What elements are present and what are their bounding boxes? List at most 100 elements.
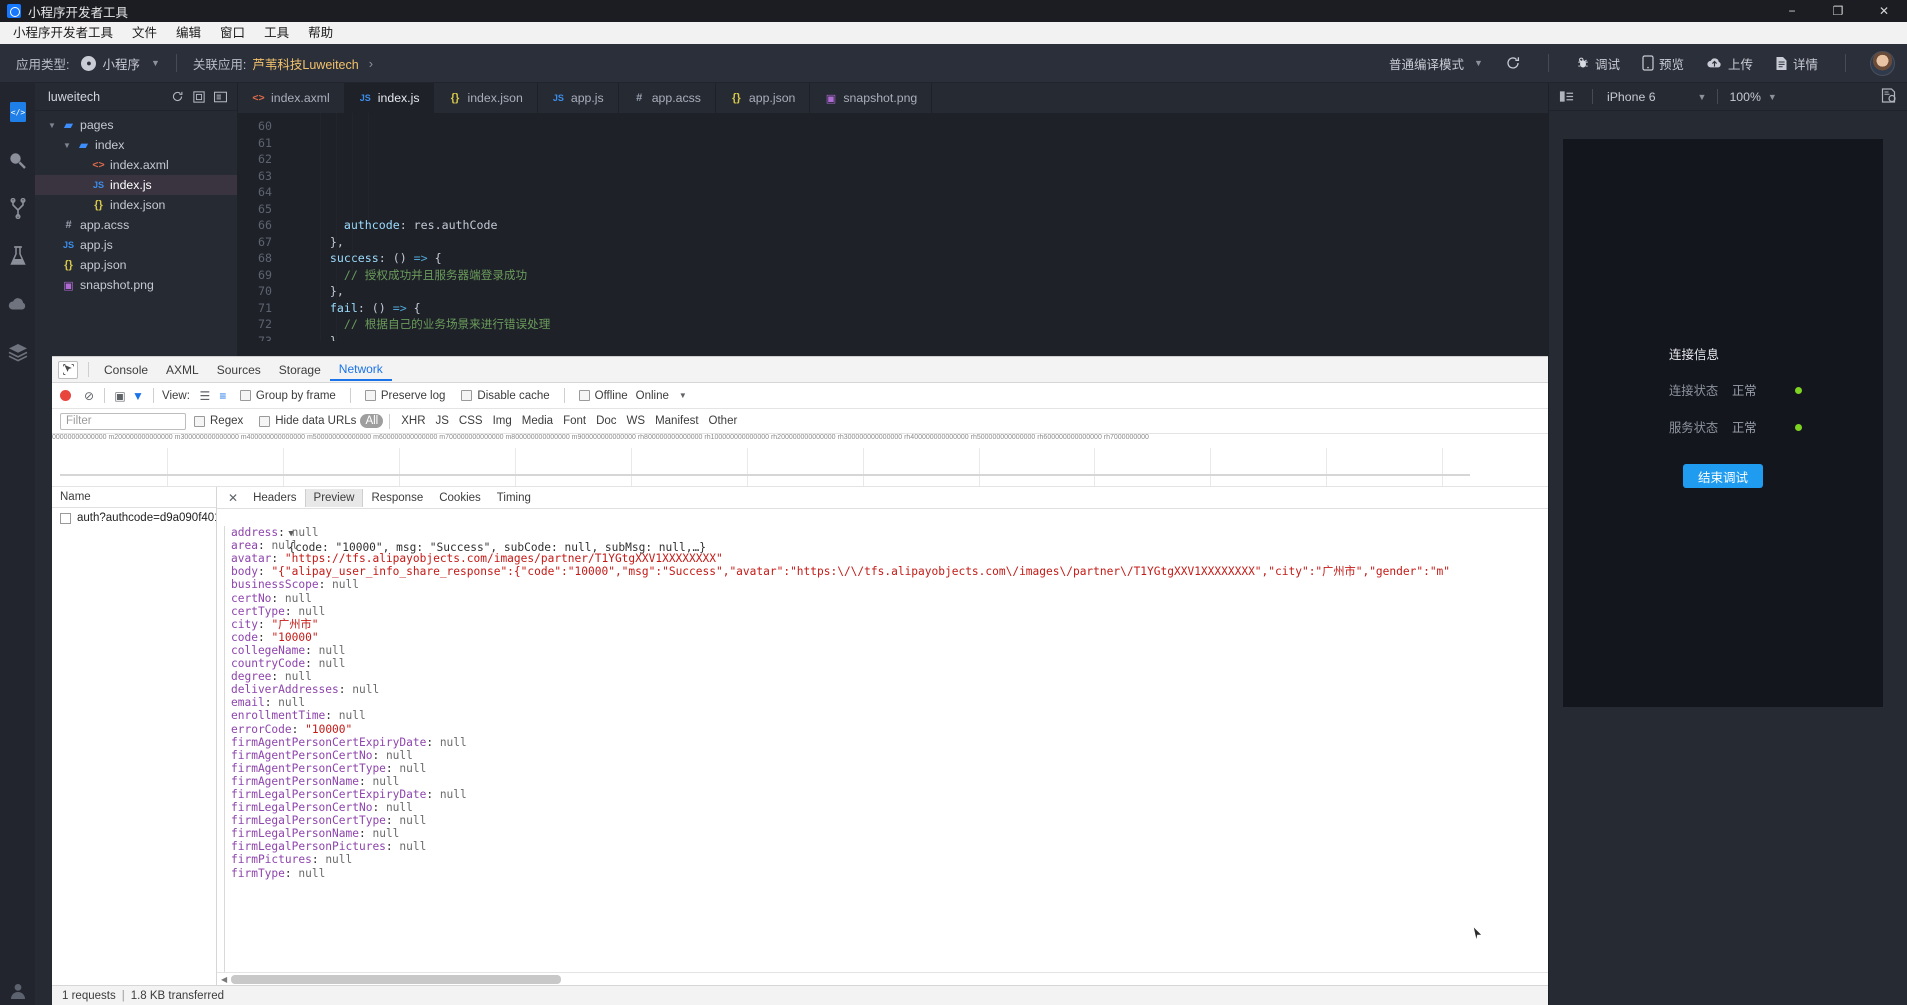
menu-item-window[interactable]: 窗口	[211, 23, 254, 43]
funnel-icon[interactable]: ▼	[129, 389, 147, 403]
editor-tab-app-json[interactable]: {} app.json	[716, 83, 811, 113]
regex-checkbox[interactable]: Regex	[194, 415, 243, 427]
sidebar-item-cloud[interactable]	[7, 293, 29, 315]
filter-input[interactable]	[60, 412, 186, 430]
sidebar-item-search[interactable]	[7, 149, 29, 171]
preview-button[interactable]: 预览	[1631, 44, 1695, 83]
chevron-down-icon[interactable]: ▼	[47, 121, 57, 130]
table-row[interactable]: auth?authcode=d9a090f4014c…	[52, 508, 216, 528]
sidebar-item-extensions[interactable]	[7, 341, 29, 363]
editor-tab-index-js[interactable]: JS index.js	[344, 83, 435, 113]
connection-title: 连接信息	[1669, 348, 1720, 362]
list-view-icon[interactable]: ☰	[196, 389, 214, 403]
zoom-selector[interactable]: 100%	[1729, 90, 1760, 104]
filter-type-font[interactable]: Font	[558, 414, 591, 428]
tab-response[interactable]: Response	[363, 489, 431, 507]
tree-item-index[interactable]: ▼ ▰ index	[35, 135, 237, 155]
end-debug-button[interactable]: 结束调试	[1683, 464, 1763, 488]
editor-tab-app-acss[interactable]: # app.acss	[619, 83, 716, 113]
preview-key: enrollmentTime	[231, 709, 326, 723]
tab-console[interactable]: Console	[95, 359, 157, 380]
scroll-left-icon[interactable]: ◀	[217, 975, 231, 984]
tree-item-snapshot-png[interactable]: ▣ snapshot.png	[35, 275, 237, 295]
avatar[interactable]	[1870, 50, 1895, 76]
record-icon[interactable]	[60, 390, 71, 401]
chevron-down-icon[interactable]: ▼	[1768, 92, 1777, 102]
tree-item-index-json[interactable]: {} index.json	[35, 195, 237, 215]
filter-type-css[interactable]: CSS	[454, 414, 488, 428]
debug-button[interactable]: 调试	[1565, 44, 1631, 83]
filter-type-xhr[interactable]: XHR	[396, 414, 430, 428]
tab-cookies[interactable]: Cookies	[431, 489, 489, 507]
hide-data-urls-checkbox[interactable]: Hide data URLs	[259, 415, 356, 427]
tree-item-app-acss[interactable]: # app.acss	[35, 215, 237, 235]
camera-icon[interactable]: ▣	[111, 389, 129, 403]
refresh-button[interactable]	[1494, 44, 1532, 83]
minimize-button[interactable]: −	[1769, 0, 1815, 22]
menu-item-help[interactable]: 帮助	[299, 23, 342, 43]
editor-tab-index-json[interactable]: {} index.json	[434, 83, 538, 113]
tab-preview[interactable]: Preview	[304, 488, 364, 507]
filter-type-img[interactable]: Img	[488, 414, 517, 428]
throttling-value[interactable]: Online	[636, 390, 669, 402]
filter-type-other[interactable]: Other	[704, 414, 743, 428]
details-button[interactable]: 详情	[1764, 44, 1829, 83]
tree-item-pages[interactable]: ▼ ▰ pages	[35, 115, 237, 135]
sidebar-item-account[interactable]	[7, 983, 29, 1005]
waterfall-view-icon[interactable]: ≡	[214, 389, 232, 403]
tree-item-index-js[interactable]: JS index.js	[35, 175, 237, 195]
menu-item-file[interactable]: 文件	[123, 23, 166, 43]
editor-tab-snapshot-png[interactable]: ▣ snapshot.png	[810, 83, 933, 113]
tab-timing[interactable]: Timing	[489, 489, 539, 507]
device-selector[interactable]: iPhone 6	[1607, 90, 1656, 104]
snapshot-icon[interactable]	[1881, 87, 1897, 106]
menu-item-edit[interactable]: 编辑	[167, 23, 210, 43]
tab-headers[interactable]: Headers	[245, 489, 304, 507]
related-app-value[interactable]: 芦苇科技Luweitech	[252, 54, 358, 73]
close-icon[interactable]: ✕	[221, 491, 245, 505]
inspect-cursor-icon[interactable]	[58, 360, 78, 379]
tree-item-app-json[interactable]: {} app.json	[35, 255, 237, 275]
chevron-down-icon[interactable]: ▼	[1698, 92, 1707, 102]
filter-type-manifest[interactable]: Manifest	[650, 414, 703, 428]
overview-selection-bar[interactable]	[60, 474, 1470, 476]
tab-axml[interactable]: AXML	[157, 359, 208, 380]
menu-item-app[interactable]: 小程序开发者工具	[4, 23, 122, 43]
chevron-down-icon[interactable]: ▼	[62, 141, 72, 150]
filter-type-media[interactable]: Media	[517, 414, 558, 428]
tab-storage[interactable]: Storage	[270, 359, 330, 380]
editor-tab-app-js[interactable]: JS app.js	[538, 83, 619, 113]
menu-item-tools[interactable]: 工具	[255, 23, 298, 43]
disable-cache-checkbox[interactable]: Disable cache	[461, 390, 550, 402]
tab-network[interactable]: Network	[329, 358, 392, 381]
related-app-chevron-icon[interactable]: ›	[369, 56, 373, 71]
throttling-chevron-icon[interactable]: ▼	[679, 391, 687, 400]
group-by-frame-checkbox[interactable]: Group by frame	[239, 390, 336, 402]
tree-item-index-axml[interactable]: <> index.axml	[35, 155, 237, 175]
filter-type-all[interactable]: All	[360, 414, 384, 428]
collapse-icon[interactable]	[193, 90, 205, 103]
compile-mode-selector[interactable]: 普通编译模式 ▼	[1378, 44, 1494, 83]
refresh-icon[interactable]	[171, 90, 184, 103]
app-type-selector[interactable]: ● 小程序 ▼	[81, 54, 160, 73]
line-number: 60	[258, 119, 272, 133]
editor-tab-index-axml[interactable]: <> index.axml	[238, 83, 345, 113]
filter-type-doc[interactable]: Doc	[591, 414, 621, 428]
phone-screen[interactable]: 连接信息 连接状态 正常 服务状态 正常 结束调试	[1563, 139, 1883, 707]
clear-icon[interactable]: ⊘	[80, 389, 98, 403]
maximize-button[interactable]: ❐	[1815, 0, 1861, 22]
upload-button[interactable]: 上传	[1695, 44, 1764, 83]
offline-checkbox[interactable]: Offline	[578, 390, 628, 402]
close-button[interactable]: ✕	[1861, 0, 1907, 22]
filter-type-ws[interactable]: WS	[622, 414, 651, 428]
preview-hscroll-thumb[interactable]	[231, 974, 561, 984]
filter-type-js[interactable]: JS	[431, 414, 454, 428]
sidebar-item-test[interactable]	[7, 245, 29, 267]
preserve-log-checkbox[interactable]: Preserve log	[364, 390, 445, 402]
sidebar-item-source-control[interactable]	[7, 197, 29, 219]
sidebar-item-explorer[interactable]: </>	[7, 101, 29, 123]
panel-toggle-icon[interactable]	[1559, 90, 1574, 103]
tree-item-app-js[interactable]: JS app.js	[35, 235, 237, 255]
tab-sources[interactable]: Sources	[208, 359, 270, 380]
panel-icon[interactable]	[214, 91, 227, 103]
